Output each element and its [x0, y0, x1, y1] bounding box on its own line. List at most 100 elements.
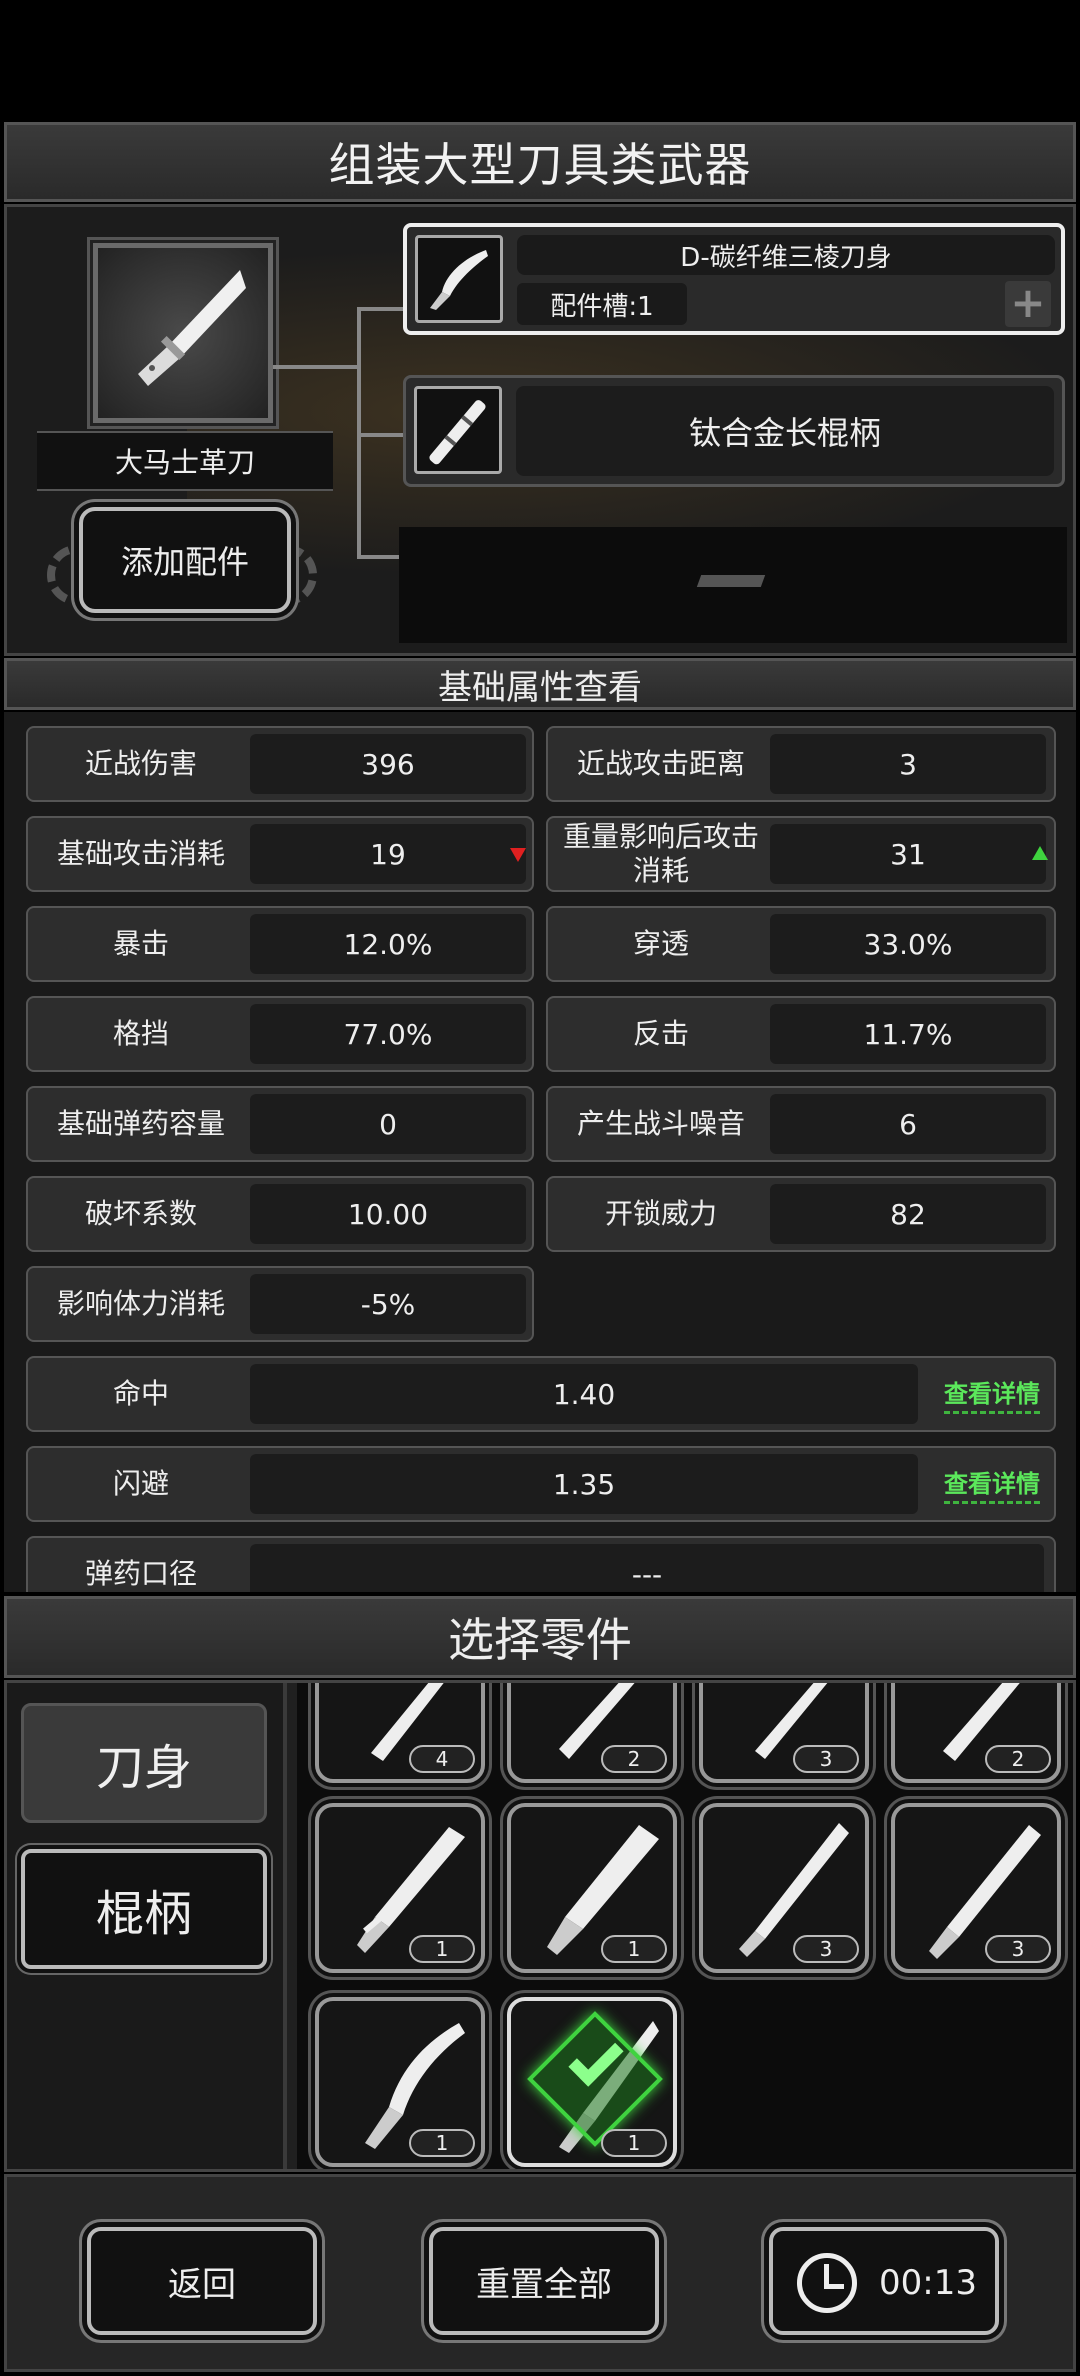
- stat-label: 穿透: [632, 927, 689, 960]
- add-accessory-button[interactable]: +: [1005, 281, 1051, 327]
- handle-slot[interactable]: 钛合金长棍柄: [403, 375, 1065, 487]
- select-parts-title: 选择零件: [4, 1596, 1076, 1678]
- blade-part-icon: [415, 235, 503, 323]
- bottom-bar: 返回 重置全部 00:13: [4, 2174, 1076, 2372]
- stat-label: 重量影响后攻击消耗: [562, 820, 759, 887]
- stat-value: 6: [770, 1094, 1046, 1154]
- stat-crit: 暴击 12.0%: [26, 906, 534, 982]
- part-count: 1: [601, 1935, 667, 1963]
- stat-label: 产生战斗噪音: [576, 1107, 745, 1140]
- part-count: 1: [409, 2129, 475, 2157]
- part-count: 4: [409, 1745, 475, 1773]
- stat-label: 开锁威力: [604, 1197, 717, 1230]
- stat-label: 基础攻击消耗: [56, 837, 225, 870]
- stat-melee-damage: 近战伤害 396: [26, 726, 534, 802]
- reset-all-button[interactable]: 重置全部: [429, 2227, 659, 2335]
- stat-noise: 产生战斗噪音 6: [546, 1086, 1056, 1162]
- increase-arrow-icon: [1032, 846, 1048, 860]
- stat-weighted-attack-cost: 重量影响后攻击消耗 31: [546, 816, 1056, 892]
- clock-icon: [797, 2253, 857, 2313]
- part-selector: 刀身 棍柄 4 2 3 2 1 1 3 3 1 1: [4, 1680, 1076, 2172]
- stat-counter: 反击 11.7%: [546, 996, 1056, 1072]
- empty-slot-dash: [696, 575, 766, 587]
- back-button[interactable]: 返回: [87, 2227, 317, 2335]
- stat-value: 396: [250, 734, 526, 794]
- stat-value: ---: [250, 1544, 1044, 1592]
- stat-penetration: 穿透 33.0%: [546, 906, 1056, 982]
- part-count: 3: [793, 1745, 859, 1773]
- stat-value: 33.0%: [770, 914, 1046, 974]
- stat-destruction: 破坏系数 10.00: [26, 1176, 534, 1252]
- stat-melee-range: 近战攻击距离 3: [546, 726, 1056, 802]
- part-item[interactable]: 3: [699, 1683, 869, 1783]
- stat-value: 12.0%: [250, 914, 526, 974]
- part-item[interactable]: 4: [315, 1683, 485, 1783]
- add-part-button[interactable]: 添加配件: [79, 507, 291, 613]
- connector-line: [357, 433, 403, 437]
- part-item-selected[interactable]: 1: [507, 1997, 677, 2167]
- clock-hand: [824, 2284, 844, 2289]
- stat-value: 11.7%: [770, 1004, 1046, 1064]
- accuracy-detail-link[interactable]: 查看详情: [944, 1374, 1040, 1414]
- accessory-slot-count: 配件槽:1: [517, 283, 687, 325]
- part-count: 3: [985, 1935, 1051, 1963]
- stat-accuracy: 命中 1.40 查看详情: [26, 1356, 1056, 1432]
- handle-slot-name: 钛合金长棍柄: [516, 386, 1054, 476]
- stat-label: 格挡: [112, 1017, 169, 1050]
- stat-unlock-power: 开锁威力 82: [546, 1176, 1056, 1252]
- category-blade-tab[interactable]: 刀身: [21, 1703, 267, 1823]
- category-list: 刀身 棍柄: [7, 1683, 287, 2169]
- stat-label: 暴击: [112, 927, 169, 960]
- stat-base-attack-cost: 基础攻击消耗 19: [26, 816, 534, 892]
- decrease-arrow-icon: [510, 848, 526, 862]
- connector-line: [357, 555, 403, 559]
- stats-panel: 近战伤害 396 近战攻击距离 3 基础攻击消耗 19 重量影响后攻击消耗 31…: [4, 712, 1076, 1592]
- timer-text: 00:13: [879, 2263, 977, 2303]
- stat-value: 1.40: [250, 1364, 918, 1424]
- stat-label: 弹药口径: [84, 1557, 197, 1590]
- part-count: 2: [985, 1745, 1051, 1773]
- blade-slot[interactable]: D-碳纤维三棱刀身 配件槽:1 +: [403, 223, 1065, 335]
- stat-label: 破坏系数: [84, 1197, 197, 1230]
- handle-icon: [429, 400, 486, 465]
- stat-caliber: 弹药口径 ---: [26, 1536, 1056, 1592]
- part-item[interactable]: 1: [507, 1803, 677, 1973]
- part-item[interactable]: 2: [891, 1683, 1061, 1783]
- stat-stamina: 影响体力消耗 -5%: [26, 1266, 534, 1342]
- part-item[interactable]: 1: [315, 1803, 485, 1973]
- stat-label: 近战伤害: [84, 747, 197, 780]
- weapon-name: 大马士革刀: [37, 431, 333, 491]
- part-item[interactable]: 1: [315, 1997, 485, 2167]
- stat-block: 格挡 77.0%: [26, 996, 534, 1072]
- stat-value: 77.0%: [250, 1004, 526, 1064]
- weapon-preview: [93, 243, 273, 423]
- curved-blade-icon: [430, 250, 488, 310]
- category-handle-tab[interactable]: 棍柄: [21, 1849, 267, 1969]
- stat-value: 31: [770, 824, 1046, 884]
- handle-part-icon: [414, 386, 502, 474]
- evasion-detail-link[interactable]: 查看详情: [944, 1464, 1040, 1504]
- connector-line: [273, 365, 359, 369]
- stat-value: 3: [770, 734, 1046, 794]
- timer-button[interactable]: 00:13: [769, 2227, 999, 2335]
- stat-label: 近战攻击距离: [576, 747, 745, 780]
- stat-label: 命中: [112, 1377, 169, 1410]
- empty-slot: [399, 527, 1067, 643]
- part-count: 2: [601, 1745, 667, 1773]
- part-count: 3: [793, 1935, 859, 1963]
- connector-line: [357, 307, 403, 311]
- stat-ammo-capacity: 基础弹药容量 0: [26, 1086, 534, 1162]
- stat-evasion: 闪避 1.35 查看详情: [26, 1446, 1056, 1522]
- part-item[interactable]: 2: [507, 1683, 677, 1783]
- part-item[interactable]: 3: [699, 1803, 869, 1973]
- stat-label: 反击: [632, 1017, 689, 1050]
- stat-label: 基础弹药容量: [56, 1107, 225, 1140]
- stat-value: 19: [250, 824, 526, 884]
- knife-icon: [138, 270, 246, 386]
- stat-label: 影响体力消耗: [56, 1287, 225, 1320]
- status-bar-area: [0, 0, 1080, 120]
- part-item[interactable]: 3: [891, 1803, 1061, 1973]
- stat-value: -5%: [250, 1274, 526, 1334]
- assembly-panel: 大马士革刀 添加配件 D-碳纤维三棱刀身 配件槽:1 + 钛合金长棍柄: [4, 204, 1076, 656]
- stat-label: 闪避: [112, 1467, 169, 1500]
